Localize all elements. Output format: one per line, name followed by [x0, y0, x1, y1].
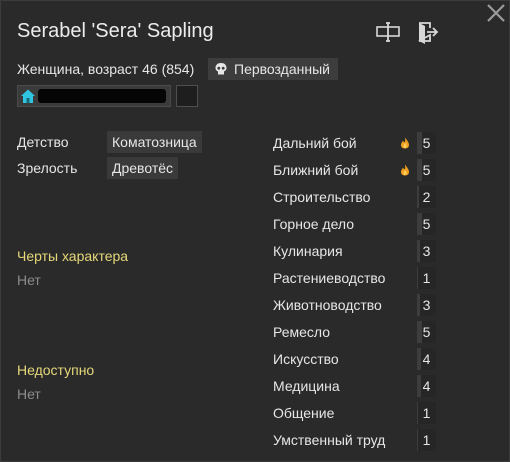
adulthood-value[interactable]: Древотёс [107, 157, 179, 179]
skill-level[interactable]: 3 [417, 294, 436, 316]
skill-name: Общение [273, 405, 335, 421]
skill-name: Ближний бой [273, 162, 359, 178]
rename-icon[interactable] [375, 20, 401, 44]
skill-name: Медицина [273, 378, 340, 394]
skill-level[interactable]: 3 [417, 240, 436, 262]
faction-bar[interactable] [17, 85, 171, 107]
skill-name: Кулинария [273, 243, 343, 259]
flame-icon [401, 164, 409, 176]
skill-level[interactable]: 5 [417, 213, 436, 235]
skill-name: Строительство [273, 189, 371, 205]
xenotype-badge[interactable]: Первозданный [208, 58, 338, 80]
childhood-value[interactable]: Коматозница [107, 131, 202, 153]
skill-level[interactable]: 1 [417, 267, 436, 289]
skill-level[interactable]: 1 [417, 429, 436, 451]
xenotype-label: Первозданный [234, 61, 330, 77]
skill-name: Ремесло [273, 324, 331, 340]
skill-level[interactable]: 1 [417, 402, 436, 424]
skill-name: Горное дело [273, 216, 355, 232]
adulthood-label: Зрелость [17, 160, 78, 176]
skill-level[interactable]: 5 [417, 159, 436, 181]
skill-name: Дальний бой [273, 135, 357, 151]
incapable-none: Нет [17, 386, 41, 402]
flame-icon [401, 137, 409, 149]
character-panel: Serabel 'Sera' Sapling Женщина, возраст … [0, 0, 510, 462]
skill-name: Умственный труд [273, 432, 386, 448]
gender-age: Женщина, возраст 46 (854) [17, 61, 195, 77]
skill-level[interactable]: 4 [417, 375, 436, 397]
skull-icon [215, 63, 227, 75]
skill-level[interactable]: 2 [417, 186, 436, 208]
ideology-slot[interactable] [176, 85, 198, 107]
traits-heading: Черты характера [17, 248, 129, 264]
close-icon[interactable] [485, 2, 507, 24]
skill-level[interactable]: 5 [417, 132, 436, 154]
banish-icon[interactable] [414, 20, 440, 44]
home-icon [21, 89, 35, 103]
traits-none: Нет [17, 272, 41, 288]
pawn-name: Serabel 'Sera' Sapling [17, 20, 214, 42]
skill-name: Искусство [273, 351, 339, 367]
skill-level[interactable]: 5 [417, 321, 436, 343]
skill-name: Животноводство [273, 297, 382, 313]
incapable-heading: Недоступно [17, 362, 95, 378]
skill-level[interactable]: 4 [417, 348, 436, 370]
skill-name: Растениеводство [273, 270, 386, 286]
faction-name-redacted [38, 89, 166, 103]
childhood-label: Детство [17, 134, 69, 150]
